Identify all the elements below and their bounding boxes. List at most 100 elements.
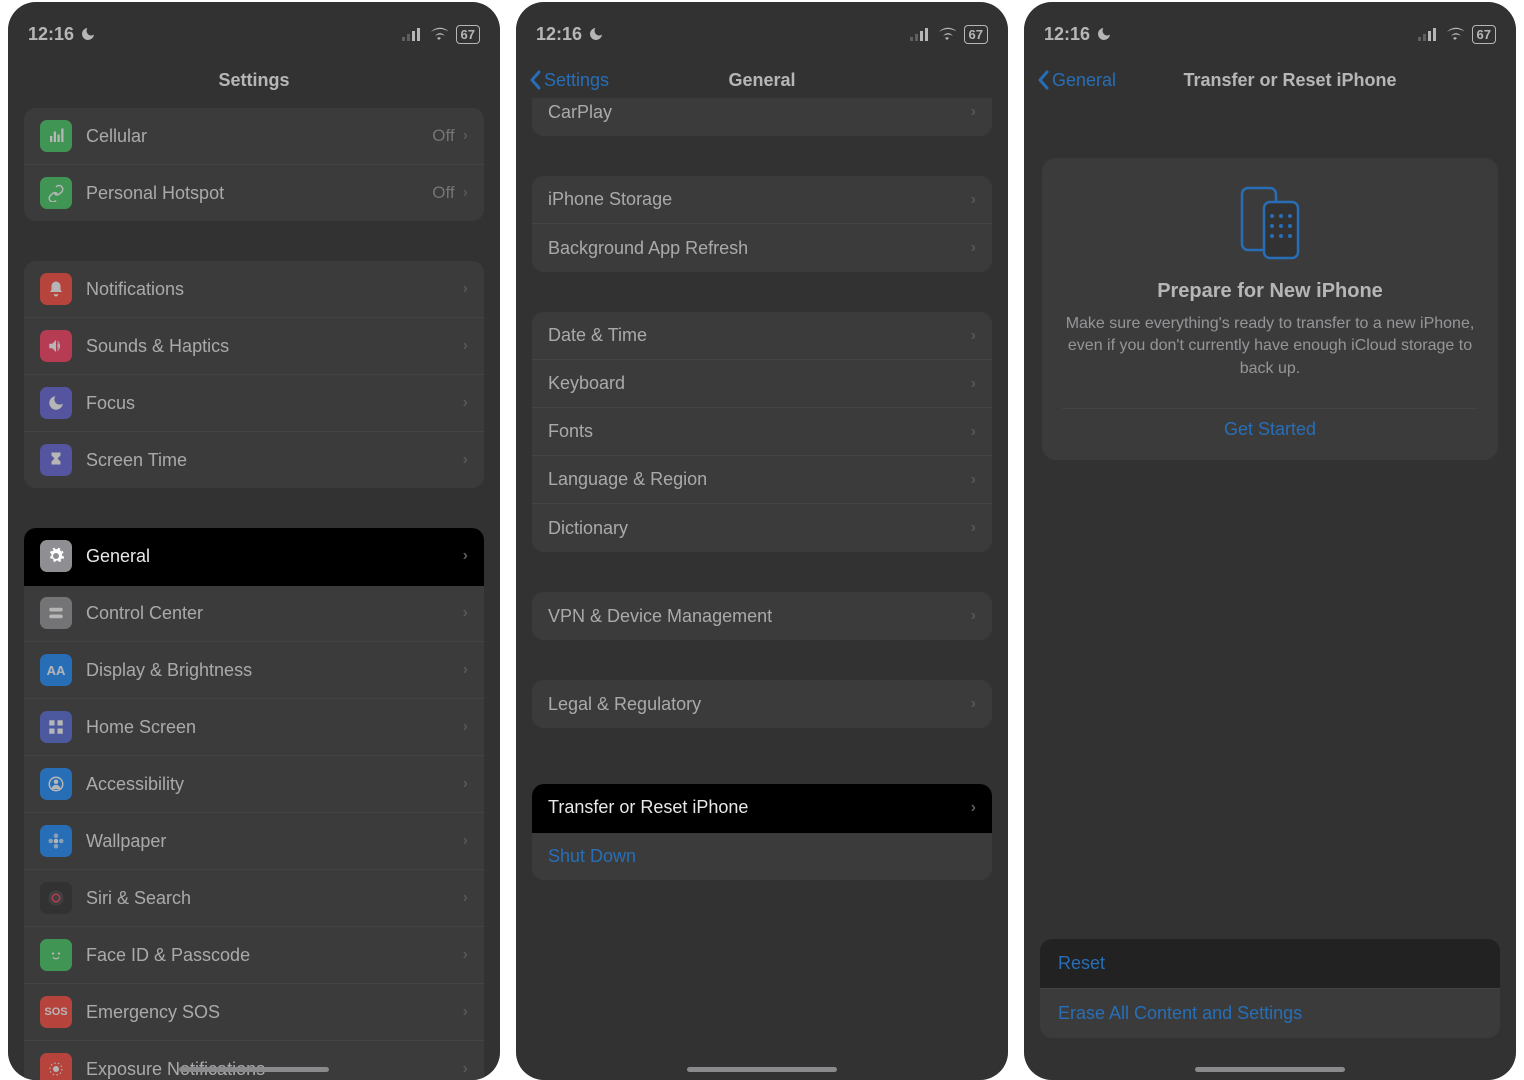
section: VPN & Device Management› bbox=[532, 592, 992, 640]
nav-bar: Settings bbox=[8, 58, 500, 102]
row-shut-down[interactable]: Shut Down bbox=[532, 832, 992, 880]
row-label: Personal Hotspot bbox=[86, 183, 432, 204]
row-label: Transfer or Reset iPhone bbox=[548, 797, 971, 818]
reset-row[interactable]: Reset bbox=[1040, 939, 1500, 989]
row-screen-time[interactable]: Screen Time› bbox=[24, 432, 484, 488]
row-display-brightness[interactable]: AADisplay & Brightness› bbox=[24, 642, 484, 699]
row-label: Focus bbox=[86, 393, 463, 414]
chevron-right-icon: › bbox=[971, 191, 976, 209]
row-face-id-passcode[interactable]: Face ID & Passcode› bbox=[24, 927, 484, 984]
row-label: Home Screen bbox=[86, 717, 463, 738]
grid-icon bbox=[40, 711, 72, 743]
battery-level: 67 bbox=[964, 25, 988, 44]
row-notifications[interactable]: Notifications› bbox=[24, 261, 484, 318]
row-label: Sounds & Haptics bbox=[86, 336, 463, 357]
row-sounds-haptics[interactable]: Sounds & Haptics› bbox=[24, 318, 484, 375]
face-icon bbox=[40, 939, 72, 971]
row-background-app-refresh[interactable]: Background App Refresh› bbox=[532, 224, 992, 272]
row-iphone-storage[interactable]: iPhone Storage› bbox=[532, 176, 992, 224]
chevron-right-icon: › bbox=[463, 394, 468, 412]
row-language-region[interactable]: Language & Region› bbox=[532, 456, 992, 504]
row-general[interactable]: General› bbox=[24, 528, 484, 585]
back-label: Settings bbox=[544, 70, 609, 91]
erase-all-row[interactable]: Erase All Content and Settings bbox=[1040, 989, 1500, 1038]
status-time: 12:16 bbox=[536, 24, 582, 45]
wifi-icon bbox=[1446, 27, 1464, 41]
row-dictionary[interactable]: Dictionary› bbox=[532, 504, 992, 552]
row-transfer-or-reset-iphone[interactable]: Transfer or Reset iPhone› bbox=[532, 784, 992, 832]
moon-icon bbox=[40, 387, 72, 419]
card-description: Make sure everything's ready to transfer… bbox=[1062, 313, 1478, 380]
chevron-right-icon: › bbox=[971, 103, 976, 121]
chevron-right-icon: › bbox=[971, 607, 976, 625]
battery-level: 67 bbox=[456, 25, 480, 44]
back-button[interactable]: General bbox=[1036, 70, 1116, 91]
row-keyboard[interactable]: Keyboard› bbox=[532, 360, 992, 408]
get-started-button[interactable]: Get Started bbox=[1062, 408, 1478, 444]
status-bar: 12:16 67 bbox=[8, 2, 500, 58]
home-indicator[interactable] bbox=[687, 1067, 837, 1072]
signal-icon bbox=[402, 27, 422, 41]
chevron-right-icon: › bbox=[463, 832, 468, 850]
chevron-right-icon: › bbox=[463, 451, 468, 469]
bell-icon bbox=[40, 273, 72, 305]
row-legal-regulatory[interactable]: Legal & Regulatory› bbox=[532, 680, 992, 728]
battery-level: 67 bbox=[1472, 25, 1496, 44]
row-personal-hotspot[interactable]: Personal HotspotOff› bbox=[24, 165, 484, 221]
row-label: Shut Down bbox=[548, 846, 976, 867]
row-focus[interactable]: Focus› bbox=[24, 375, 484, 432]
exposure-icon bbox=[40, 1053, 72, 1080]
back-label: General bbox=[1052, 70, 1116, 91]
row-label: Cellular bbox=[86, 126, 432, 147]
nav-bar: Settings General bbox=[516, 58, 1008, 102]
chevron-right-icon: › bbox=[463, 127, 468, 145]
dnd-moon-icon bbox=[588, 26, 604, 42]
section: Transfer or Reset iPhone› Shut Down bbox=[532, 784, 992, 880]
section: CellularOff›Personal HotspotOff› bbox=[24, 108, 484, 221]
card-title: Prepare for New iPhone bbox=[1062, 280, 1478, 303]
back-button[interactable]: Settings bbox=[528, 70, 609, 91]
siri-icon bbox=[40, 882, 72, 914]
row-wallpaper[interactable]: Wallpaper› bbox=[24, 813, 484, 870]
reset-label: Reset bbox=[1058, 953, 1482, 974]
phone-settings: 12:16 67 Settings CellularOff›Personal H… bbox=[8, 2, 500, 1080]
home-indicator[interactable] bbox=[1195, 1067, 1345, 1072]
chevron-right-icon: › bbox=[463, 280, 468, 298]
phone-general: 12:16 67 Settings General CarPlay› iPhone… bbox=[516, 2, 1008, 1080]
gear-icon bbox=[40, 540, 72, 572]
home-indicator[interactable] bbox=[179, 1067, 329, 1072]
chevron-right-icon: › bbox=[463, 1060, 468, 1078]
chevron-right-icon: › bbox=[463, 337, 468, 355]
row-label: Emergency SOS bbox=[86, 1002, 463, 1023]
row-fonts[interactable]: Fonts› bbox=[532, 408, 992, 456]
row-siri-search[interactable]: Siri & Search› bbox=[24, 870, 484, 927]
antenna-icon bbox=[40, 120, 72, 152]
row-control-center[interactable]: Control Center› bbox=[24, 585, 484, 642]
erase-all-label: Erase All Content and Settings bbox=[1058, 1003, 1482, 1024]
row-label: Notifications bbox=[86, 279, 463, 300]
status-time: 12:16 bbox=[28, 24, 74, 45]
aa-icon: AA bbox=[40, 654, 72, 686]
row-emergency-sos[interactable]: SOSEmergency SOS› bbox=[24, 984, 484, 1041]
row-label: Keyboard bbox=[548, 373, 971, 394]
chevron-right-icon: › bbox=[971, 695, 976, 713]
row-value: Off bbox=[432, 183, 454, 203]
row-home-screen[interactable]: Home Screen› bbox=[24, 699, 484, 756]
row-label: Legal & Regulatory bbox=[548, 694, 971, 715]
row-date-time[interactable]: Date & Time› bbox=[532, 312, 992, 360]
wifi-icon bbox=[938, 27, 956, 41]
row-exposure-notifications[interactable]: Exposure Notifications› bbox=[24, 1041, 484, 1080]
row-label: General bbox=[86, 546, 463, 567]
dnd-moon-icon bbox=[80, 26, 96, 42]
page-title: Transfer or Reset iPhone bbox=[1064, 70, 1516, 91]
row-label: Screen Time bbox=[86, 450, 463, 471]
row-accessibility[interactable]: Accessibility› bbox=[24, 756, 484, 813]
prepare-card: Prepare for New iPhone Make sure everyth… bbox=[1042, 158, 1498, 460]
row-cellular[interactable]: CellularOff› bbox=[24, 108, 484, 165]
signal-icon bbox=[1418, 27, 1438, 41]
row-vpn-device-management[interactable]: VPN & Device Management› bbox=[532, 592, 992, 640]
row-label: Date & Time bbox=[548, 325, 971, 346]
row-label: Accessibility bbox=[86, 774, 463, 795]
row-carplay[interactable]: CarPlay› bbox=[532, 98, 992, 136]
row-label: Control Center bbox=[86, 603, 463, 624]
